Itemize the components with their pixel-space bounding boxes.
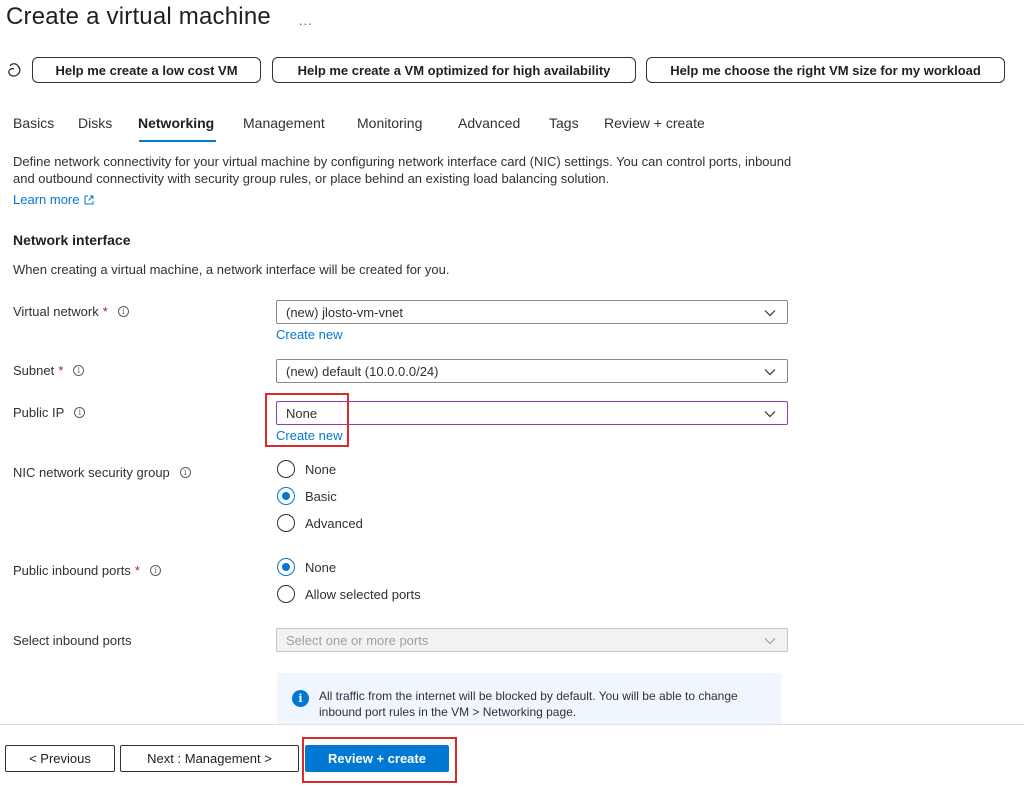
nic-nsg-option-none[interactable]: None bbox=[277, 460, 336, 478]
prompt-low-cost-vm-button[interactable]: Help me create a low cost VM bbox=[32, 57, 261, 83]
required-marker: * bbox=[58, 363, 64, 378]
select-inbound-ports-label: Select inbound ports bbox=[13, 633, 132, 648]
inbound-ports-option-label: None bbox=[305, 559, 337, 575]
previous-button[interactable]: < Previous bbox=[5, 745, 115, 772]
radio-button[interactable] bbox=[277, 460, 295, 478]
radio-button-selected[interactable] bbox=[277, 558, 295, 576]
info-icon[interactable]: i bbox=[179, 467, 191, 478]
tab-basics[interactable]: Basics bbox=[13, 113, 54, 133]
external-link-icon bbox=[84, 195, 94, 204]
create-new-public-ip-link[interactable]: Create new bbox=[276, 428, 342, 443]
tab-advanced[interactable]: Advanced bbox=[458, 113, 520, 133]
subnet-label: Subnet bbox=[13, 363, 55, 378]
review-create-button[interactable]: Review + create bbox=[305, 745, 449, 772]
public-inbound-ports-label-row: Public inbound ports * i bbox=[13, 563, 161, 578]
tab-monitoring[interactable]: Monitoring bbox=[357, 113, 422, 133]
chevron-down-icon bbox=[764, 369, 776, 376]
public-ip-select[interactable]: None bbox=[276, 401, 788, 425]
footer-divider bbox=[0, 724, 1024, 725]
info-box-text: All traffic from the internet will be bl… bbox=[319, 689, 738, 719]
public-ip-label: Public IP bbox=[13, 405, 65, 420]
public-ip-value: None bbox=[286, 405, 318, 421]
virtual-network-label: Virtual network bbox=[13, 304, 99, 319]
network-interface-subtitle: When creating a virtual machine, a netwo… bbox=[13, 262, 450, 277]
title-row: Create a virtual machine ... bbox=[6, 0, 313, 34]
info-icon[interactable]: i bbox=[73, 365, 85, 376]
tab-review-create[interactable]: Review + create bbox=[604, 113, 705, 133]
subnet-label-row: Subnet * i bbox=[13, 363, 85, 378]
public-inbound-ports-label: Public inbound ports bbox=[13, 563, 131, 578]
chevron-down-icon bbox=[764, 411, 776, 418]
inbound-ports-option-label: Allow selected ports bbox=[305, 586, 421, 602]
required-marker: * bbox=[102, 304, 108, 319]
select-inbound-ports-placeholder: Select one or more ports bbox=[286, 632, 429, 648]
required-marker: * bbox=[134, 563, 140, 578]
chevron-down-icon bbox=[764, 638, 776, 645]
networking-description: Define network connectivity for your vir… bbox=[13, 154, 792, 186]
inbound-traffic-info-box: i All traffic from the internet will be … bbox=[277, 673, 781, 725]
nic-nsg-option-label: Basic bbox=[305, 488, 337, 504]
info-circle-icon: i bbox=[292, 690, 309, 707]
next-management-button[interactable]: Next : Management > bbox=[120, 745, 299, 772]
radio-button-selected[interactable] bbox=[277, 487, 295, 505]
active-tab-indicator bbox=[139, 140, 216, 142]
learn-more-label: Learn more bbox=[13, 192, 80, 207]
info-icon[interactable]: i bbox=[74, 407, 86, 418]
create-new-vnet-link[interactable]: Create new bbox=[276, 327, 342, 342]
page-title: Create a virtual machine bbox=[6, 3, 271, 30]
tab-disks[interactable]: Disks bbox=[78, 113, 112, 133]
public-ip-label-row: Public IP i bbox=[13, 405, 86, 420]
prompt-high-availability-button[interactable]: Help me create a VM optimized for high a… bbox=[272, 57, 636, 83]
copilot-row bbox=[6, 57, 32, 83]
info-icon[interactable]: i bbox=[149, 565, 161, 576]
virtual-network-label-row: Virtual network * i bbox=[13, 304, 129, 319]
select-inbound-ports-dropdown: Select one or more ports bbox=[276, 628, 788, 652]
inbound-ports-option-none[interactable]: None bbox=[277, 558, 336, 576]
prompt-vm-size-button[interactable]: Help me choose the right VM size for my … bbox=[646, 57, 1005, 83]
select-inbound-ports-label-row: Select inbound ports bbox=[13, 633, 132, 648]
network-interface-heading: Network interface bbox=[13, 232, 131, 248]
radio-button[interactable] bbox=[277, 585, 295, 603]
virtual-network-value: (new) jlosto-vm-vnet bbox=[286, 304, 404, 320]
virtual-network-select[interactable]: (new) jlosto-vm-vnet bbox=[276, 300, 788, 324]
nic-nsg-option-advanced[interactable]: Advanced bbox=[277, 514, 363, 532]
subnet-select[interactable]: (new) default (10.0.0.0/24) bbox=[276, 359, 788, 383]
nic-nsg-label: NIC network security group bbox=[13, 465, 170, 480]
tab-networking[interactable]: Networking bbox=[138, 113, 214, 133]
info-icon[interactable]: i bbox=[117, 306, 129, 317]
nic-nsg-option-label: Advanced bbox=[305, 515, 363, 531]
chevron-down-icon bbox=[764, 310, 776, 317]
learn-more-link[interactable]: Learn more bbox=[13, 192, 94, 207]
copilot-icon bbox=[6, 62, 22, 78]
tab-tags[interactable]: Tags bbox=[549, 113, 579, 133]
nic-nsg-option-basic[interactable]: Basic bbox=[277, 487, 337, 505]
inbound-ports-option-allow-selected[interactable]: Allow selected ports bbox=[277, 585, 421, 603]
nic-nsg-label-row: NIC network security group i bbox=[13, 465, 191, 480]
radio-button[interactable] bbox=[277, 514, 295, 532]
subnet-value: (new) default (10.0.0.0/24) bbox=[286, 363, 439, 379]
more-options-icon[interactable]: ... bbox=[299, 13, 313, 28]
nic-nsg-option-label: None bbox=[305, 461, 337, 477]
tab-management[interactable]: Management bbox=[243, 113, 325, 133]
